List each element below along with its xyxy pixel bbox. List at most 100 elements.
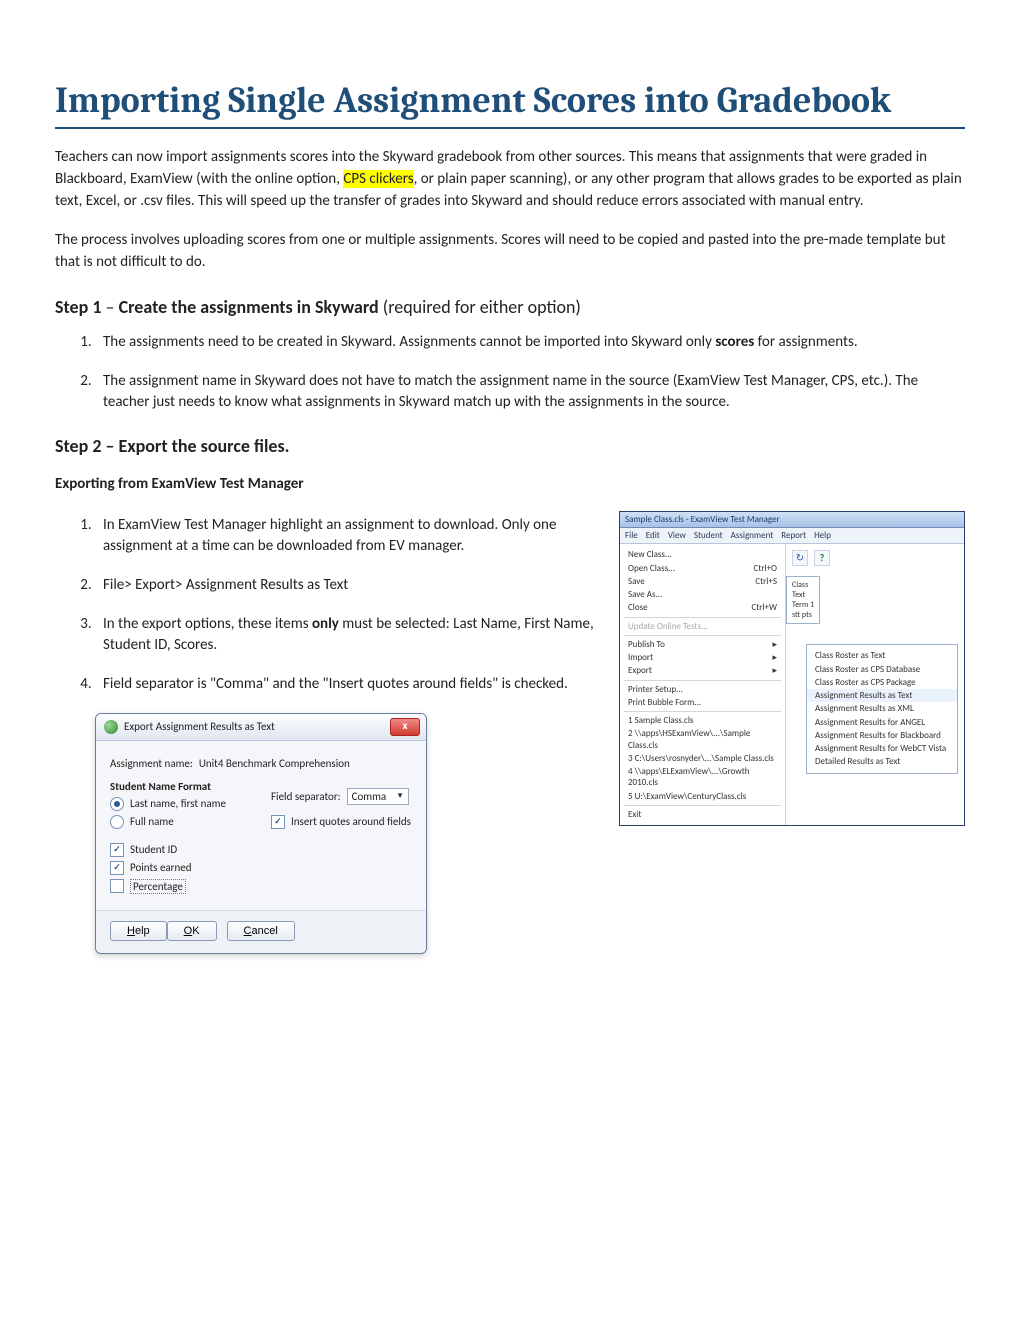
menu-student[interactable]: Student	[694, 530, 723, 541]
mi-publish-label: Publish To	[628, 639, 665, 650]
radio-last-first[interactable]	[110, 797, 124, 811]
refresh-icon[interactable]: ↻	[792, 550, 808, 566]
checkbox-student-id[interactable]	[110, 843, 124, 857]
sm-results-webct[interactable]: Assignment Results for WebCT Vista	[807, 742, 957, 755]
menu-view[interactable]: View	[668, 530, 686, 541]
field-separator-value: Comma	[352, 790, 387, 803]
sm-detailed-text[interactable]: Detailed Results as Text	[807, 755, 957, 768]
ok-r: K	[192, 925, 199, 937]
step2-li-1: In ExamView Test Manager highlight an as…	[95, 515, 599, 557]
mi-import[interactable]: Import ▸	[620, 651, 785, 664]
mi-recent-1-label: 1 Sample Class.cls	[628, 715, 693, 726]
cancel-r: ancel	[252, 925, 278, 937]
mi-update: Update Online Tests...	[620, 620, 785, 633]
mi-new-label: New Class...	[628, 549, 672, 560]
mi-recent-5-label: 5 U:\ExamView\CenturyClass.cls	[628, 791, 746, 802]
mi-save-sc: Ctrl+S	[755, 576, 777, 587]
sm-roster-cpspkg[interactable]: Class Roster as CPS Package	[807, 676, 957, 689]
sm-results-bb[interactable]: Assignment Results for Blackboard	[807, 729, 957, 742]
export-submenu: Class Roster as Text Class Roster as CPS…	[806, 644, 958, 773]
cancel-button[interactable]: Cancel	[227, 921, 295, 941]
mi-open[interactable]: Open Class...Ctrl+O	[620, 562, 785, 575]
mi-recent-4[interactable]: 4 \\apps\ELExamView\...\Growth 2010.cls	[620, 765, 785, 790]
examview-right-pane: ↻ ? Class Text Term 1 stt pts Class Rost…	[786, 544, 964, 825]
mi-exit[interactable]: Exit	[620, 808, 785, 821]
mi-close-sc: Ctrl+W	[751, 602, 777, 613]
export-dialog: Export Assignment Results as Text x Assi…	[95, 713, 427, 954]
mi-recent-4-label: 4 \\apps\ELExamView\...\Growth 2010.cls	[628, 766, 777, 789]
mi-printer[interactable]: Printer Setup...	[620, 683, 785, 696]
step1-head-c: (required for either option)	[379, 296, 581, 318]
mi-bubble[interactable]: Print Bubble Form...	[620, 696, 785, 709]
help-r: elp	[135, 925, 150, 937]
step1-head-sep: –	[101, 296, 118, 318]
close-icon[interactable]: x	[390, 718, 420, 736]
step2-head: Step 2 – Export the source files.	[55, 435, 289, 457]
menu-file[interactable]: File	[625, 530, 638, 541]
mi-saveas[interactable]: Save As...	[620, 588, 785, 601]
page-title: Importing Single Assignment Scores into …	[55, 80, 965, 129]
examview-menubar: File Edit View Student Assignment Report…	[620, 528, 964, 544]
intro-paragraph-1: Teachers can now import assignments scor…	[55, 147, 965, 212]
mi-recent-3[interactable]: 3 C:\Users\rosnyder\...\Sample Class.cls	[620, 752, 785, 765]
sm-results-xml[interactable]: Assignment Results as XML	[807, 702, 957, 715]
examview-screenshot: Sample Class.cls - ExamView Test Manager…	[619, 511, 965, 826]
radio-full-name[interactable]	[110, 815, 124, 829]
field-separator-select[interactable]: Comma ▼	[347, 788, 409, 805]
step1-li-1: The assignments need to be created in Sk…	[95, 332, 965, 353]
assignment-name-row: Assignment name: Unit4 Benchmark Compreh…	[110, 757, 412, 770]
mi-publish[interactable]: Publish To▸	[620, 638, 785, 651]
step1-li-2: The assignment name in Skyward does not …	[95, 371, 965, 413]
step1-head-a: Step 1	[55, 296, 101, 318]
step1-list: The assignments need to be created in Sk…	[95, 332, 965, 413]
radio-full-name-label: Full name	[130, 815, 174, 828]
sm-roster-cpsdb[interactable]: Class Roster as CPS Database	[807, 663, 957, 676]
mi-close[interactable]: CloseCtrl+W	[620, 601, 785, 614]
mi-printer-label: Printer Setup...	[628, 684, 683, 695]
checkbox-quotes-label: Insert quotes around fields	[291, 815, 411, 828]
help-icon[interactable]: ?	[814, 550, 830, 566]
chevron-down-icon: ▼	[396, 791, 404, 801]
mi-open-label: Open Class...	[628, 563, 675, 574]
checkbox-quotes[interactable]	[271, 815, 285, 829]
sm-results-angel[interactable]: Assignment Results for ANGEL	[807, 716, 957, 729]
menu-report[interactable]: Report	[781, 530, 806, 541]
sm-roster-text[interactable]: Class Roster as Text	[807, 649, 957, 662]
step1-li1-c: for assignments.	[754, 333, 857, 351]
mi-recent-2-label: 2 \\apps\HSExamView\...\Sample Class.cls	[628, 728, 777, 751]
step2-list: In ExamView Test Manager highlight an as…	[95, 515, 599, 695]
mi-import-label: Import	[628, 652, 653, 663]
menu-edit[interactable]: Edit	[646, 530, 660, 541]
menu-help[interactable]: Help	[814, 530, 831, 541]
student-name-format-label: Student Name Format	[110, 780, 211, 793]
checkbox-student-id-label: Student ID	[130, 843, 177, 856]
mi-new[interactable]: New Class...	[620, 548, 785, 561]
mi-recent-5[interactable]: 5 U:\ExamView\CenturyClass.cls	[620, 790, 785, 803]
checkbox-percentage[interactable]	[110, 879, 124, 893]
mi-export[interactable]: Export▸	[620, 664, 785, 677]
mi-recent-1[interactable]: 1 Sample Class.cls	[620, 714, 785, 727]
mi-recent-2[interactable]: 2 \\apps\HSExamView\...\Sample Class.cls	[620, 727, 785, 752]
arrow-right-icon: ▸	[772, 652, 777, 663]
file-dropdown: New Class... Open Class...Ctrl+O SaveCtr…	[620, 544, 786, 825]
sm-results-text[interactable]: Assignment Results as Text	[807, 689, 957, 702]
ok-button[interactable]: OK	[167, 921, 217, 941]
mi-update-label: Update Online Tests...	[628, 621, 708, 632]
assignment-name-value: Unit4 Benchmark Comprehension	[199, 757, 350, 770]
checkbox-points-earned-label: Points earned	[130, 861, 192, 874]
side-panel: Class Text Term 1 stt pts	[786, 576, 820, 624]
menu-assignment[interactable]: Assignment	[731, 530, 774, 541]
arrow-right-icon: ▸	[772, 665, 777, 676]
step1-heading: Step 1 – Create the assignments in Skywa…	[55, 296, 965, 318]
checkbox-points-earned[interactable]	[110, 861, 124, 875]
side-class: Class	[792, 580, 814, 590]
help-button[interactable]: Help	[110, 921, 167, 941]
step2-li3-b: only	[312, 615, 339, 633]
step1-li1-a: The assignments need to be created in Sk…	[103, 333, 715, 351]
help-u: H	[127, 925, 135, 937]
step2-li3-a: In the export options, these items	[103, 615, 312, 633]
side-text: Text	[792, 590, 814, 600]
mi-save[interactable]: SaveCtrl+S	[620, 575, 785, 588]
app-icon	[104, 720, 118, 734]
mi-exit-label: Exit	[628, 809, 641, 820]
